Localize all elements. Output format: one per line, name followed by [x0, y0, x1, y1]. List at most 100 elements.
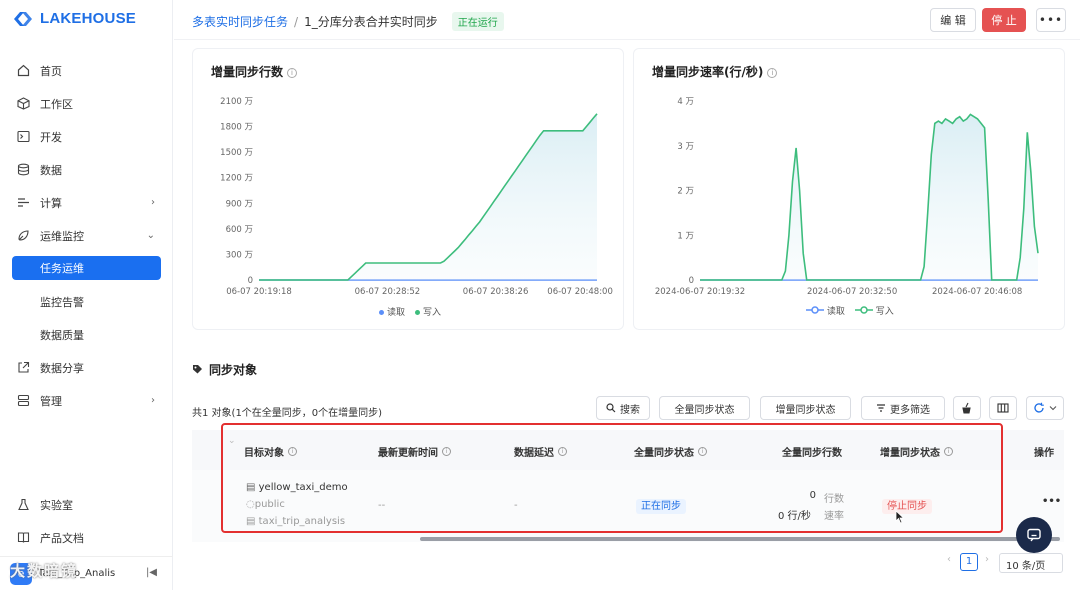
collapse-sidebar-icon[interactable]: |◀ [146, 567, 157, 578]
legend-label: 写入 [423, 308, 442, 318]
database-icon [16, 163, 30, 177]
row-actions-button[interactable]: ••• [1042, 496, 1061, 507]
flask-icon [16, 498, 30, 512]
section-title: 同步对象 [192, 361, 257, 378]
app-root: LAKEHOUSE 首页 工作区 开发 数据 计算 › 运维监控 ⌄ 任务运维 … [0, 0, 1080, 590]
sidebar-item-manage[interactable]: 管理 › [0, 384, 173, 417]
compute-icon [16, 196, 30, 210]
y-tick-label: 600 万 [226, 225, 253, 235]
more-options-button[interactable]: ••• [1036, 8, 1066, 32]
y-tick-label: 900 万 [226, 199, 253, 209]
sidebar-item-ops-monitor[interactable]: 运维监控 ⌄ [0, 219, 173, 252]
x-tick-label: 06-07 20:48:00 [547, 287, 613, 297]
y-tick-label: 1 万 [677, 231, 694, 241]
y-tick-label: 0 [248, 276, 253, 286]
sidebar-item-data[interactable]: 数据 [0, 153, 173, 186]
search-icon [606, 403, 616, 413]
legend-label: 写入 [875, 307, 894, 317]
sidebar-item-label: 开发 [40, 130, 62, 144]
logo[interactable]: LAKEHOUSE [12, 10, 136, 27]
inc-sync-status-filter[interactable]: 增量同步状态 [760, 396, 851, 420]
y-tick-label: 3 万 [677, 142, 694, 152]
page-size-select[interactable]: 10 条/页 [999, 553, 1063, 573]
chevron-right-icon: › [151, 395, 155, 406]
x-tick-label: 2024-06-07 20:19:32 [655, 287, 745, 297]
assistant-chat-button[interactable] [1016, 517, 1052, 553]
chevron-down-icon [1049, 406, 1057, 411]
brand-name: LAKEHOUSE [40, 10, 136, 27]
pager-next-button[interactable]: › [985, 554, 989, 565]
section-title-text: 同步对象 [209, 363, 258, 377]
y-tick-label: 1200 万 [220, 174, 253, 184]
sidebar-item-label: 产品文档 [40, 531, 84, 545]
cube-icon [16, 97, 30, 111]
book-icon [16, 531, 30, 545]
sidebar-item-lab[interactable]: 实验室 [0, 488, 173, 521]
sidebar-item-docs[interactable]: 产品文档 [0, 521, 173, 554]
legend-item-read[interactable]: 读取 [806, 304, 845, 317]
breadcrumb: 多表实时同步任务 / 1_分库分表合并实时同步 正在运行 [192, 12, 504, 31]
x-tick-label: 06-07 20:28:52 [355, 287, 421, 297]
terminal-icon [16, 130, 30, 144]
edit-button[interactable]: 编 辑 [930, 8, 976, 32]
sidebar-item-home[interactable]: 首页 [0, 54, 173, 87]
page-title: 1_分库分表合并实时同步 [304, 15, 438, 29]
search-button[interactable]: 搜索 [596, 396, 650, 420]
chart-card-inc-rows: 增量同步行数 i 2100 万 1800 万 1500 万 1200 万 900 万 600… [192, 48, 624, 330]
pager-current-page[interactable]: 1 [960, 553, 978, 571]
sidebar-item-workspace[interactable]: 工作区 [0, 87, 173, 120]
legend-label: 读取 [387, 308, 406, 318]
chart-legend: 读取 写入 [379, 305, 441, 318]
horizontal-scrollbar[interactable] [420, 537, 1060, 541]
cleanup-button[interactable] [953, 396, 981, 420]
y-tick-label: 2100 万 [220, 97, 253, 107]
column-settings-button[interactable] [989, 396, 1017, 420]
stop-button[interactable]: 停 止 [982, 8, 1026, 32]
chat-bot-icon [1027, 528, 1041, 542]
x-tick-label: 06-07 20:19:18 [226, 287, 292, 297]
sidebar-item-label: 实验室 [40, 498, 73, 512]
status-badge: 正在运行 [451, 12, 504, 31]
home-icon [16, 64, 30, 78]
breadcrumb-parent-link[interactable]: 多表实时同步任务 [192, 13, 288, 30]
broom-icon [962, 402, 971, 414]
refresh-button[interactable] [1026, 396, 1064, 420]
legend-item-read[interactable]: 读取 [379, 305, 405, 318]
chevron-down-icon: ⌄ [146, 230, 155, 241]
sidebar-subitem-data-quality[interactable]: 数据质量 [0, 318, 173, 351]
filter-icon [877, 404, 885, 412]
tag-icon [193, 365, 202, 374]
chevron-right-icon: › [151, 197, 155, 208]
legend-item-write[interactable]: 写入 [415, 305, 441, 318]
sidebar-item-label: 首页 [40, 64, 62, 78]
sidebar-subitem-task-ops[interactable]: 任务运维 [12, 256, 161, 280]
more-filters-button[interactable]: 更多筛选 [861, 396, 945, 420]
y-tick-label: 4 万 [677, 97, 694, 107]
full-sync-status-filter[interactable]: 全量同步状态 [659, 396, 750, 420]
chart-inc-rate: 4 万 3 万 2 万 1 万 02024-06-07 20:19:32 2024-06-… [655, 97, 1039, 297]
pager-prev-button[interactable]: ‹ [947, 554, 951, 565]
y-tick-label: 0 [689, 276, 694, 286]
sidebar-item-data-share[interactable]: 数据分享 [0, 351, 173, 384]
x-tick-label: 06-07 20:38:26 [463, 287, 529, 297]
refresh-icon [1034, 402, 1044, 413]
chart-inc-rows: 2100 万 1800 万 1500 万 1200 万 900 万 600 万 300 万 0… [220, 97, 613, 297]
legend-marker-icon [806, 306, 824, 314]
breadcrumb-separator: / [294, 14, 299, 29]
sidebar-item-label: 数据分享 [40, 361, 84, 375]
y-tick-label: 2 万 [677, 187, 694, 197]
y-tick-label: 1500 万 [220, 148, 253, 158]
sidebar: LAKEHOUSE 首页 工作区 开发 数据 计算 › 运维监控 ⌄ 任务运维 … [0, 0, 173, 590]
legend-item-write[interactable]: 写入 [854, 304, 894, 317]
y-tick-label: 300 万 [226, 250, 253, 260]
watermark: 大数暗镜 [10, 562, 79, 580]
y-tick-label: 1800 万 [220, 123, 253, 133]
sidebar-item-label: 数据 [40, 163, 62, 177]
sidebar-item-label: 计算 [40, 196, 62, 210]
sidebar-subitem-monitor-alert[interactable]: 监控告警 [0, 285, 173, 318]
sidebar-item-develop[interactable]: 开发 [0, 120, 173, 153]
sidebar-item-label: 工作区 [40, 97, 73, 111]
sidebar-item-compute[interactable]: 计算 › [0, 186, 173, 219]
objects-summary: 共1 对象(1个在全量同步，0个在增量同步) [192, 408, 383, 419]
chart-card-inc-rate: 增量同步速率(行/秒) i 4 万3 万2 万1 万 0 2024-06-07 20:… [633, 48, 1065, 330]
